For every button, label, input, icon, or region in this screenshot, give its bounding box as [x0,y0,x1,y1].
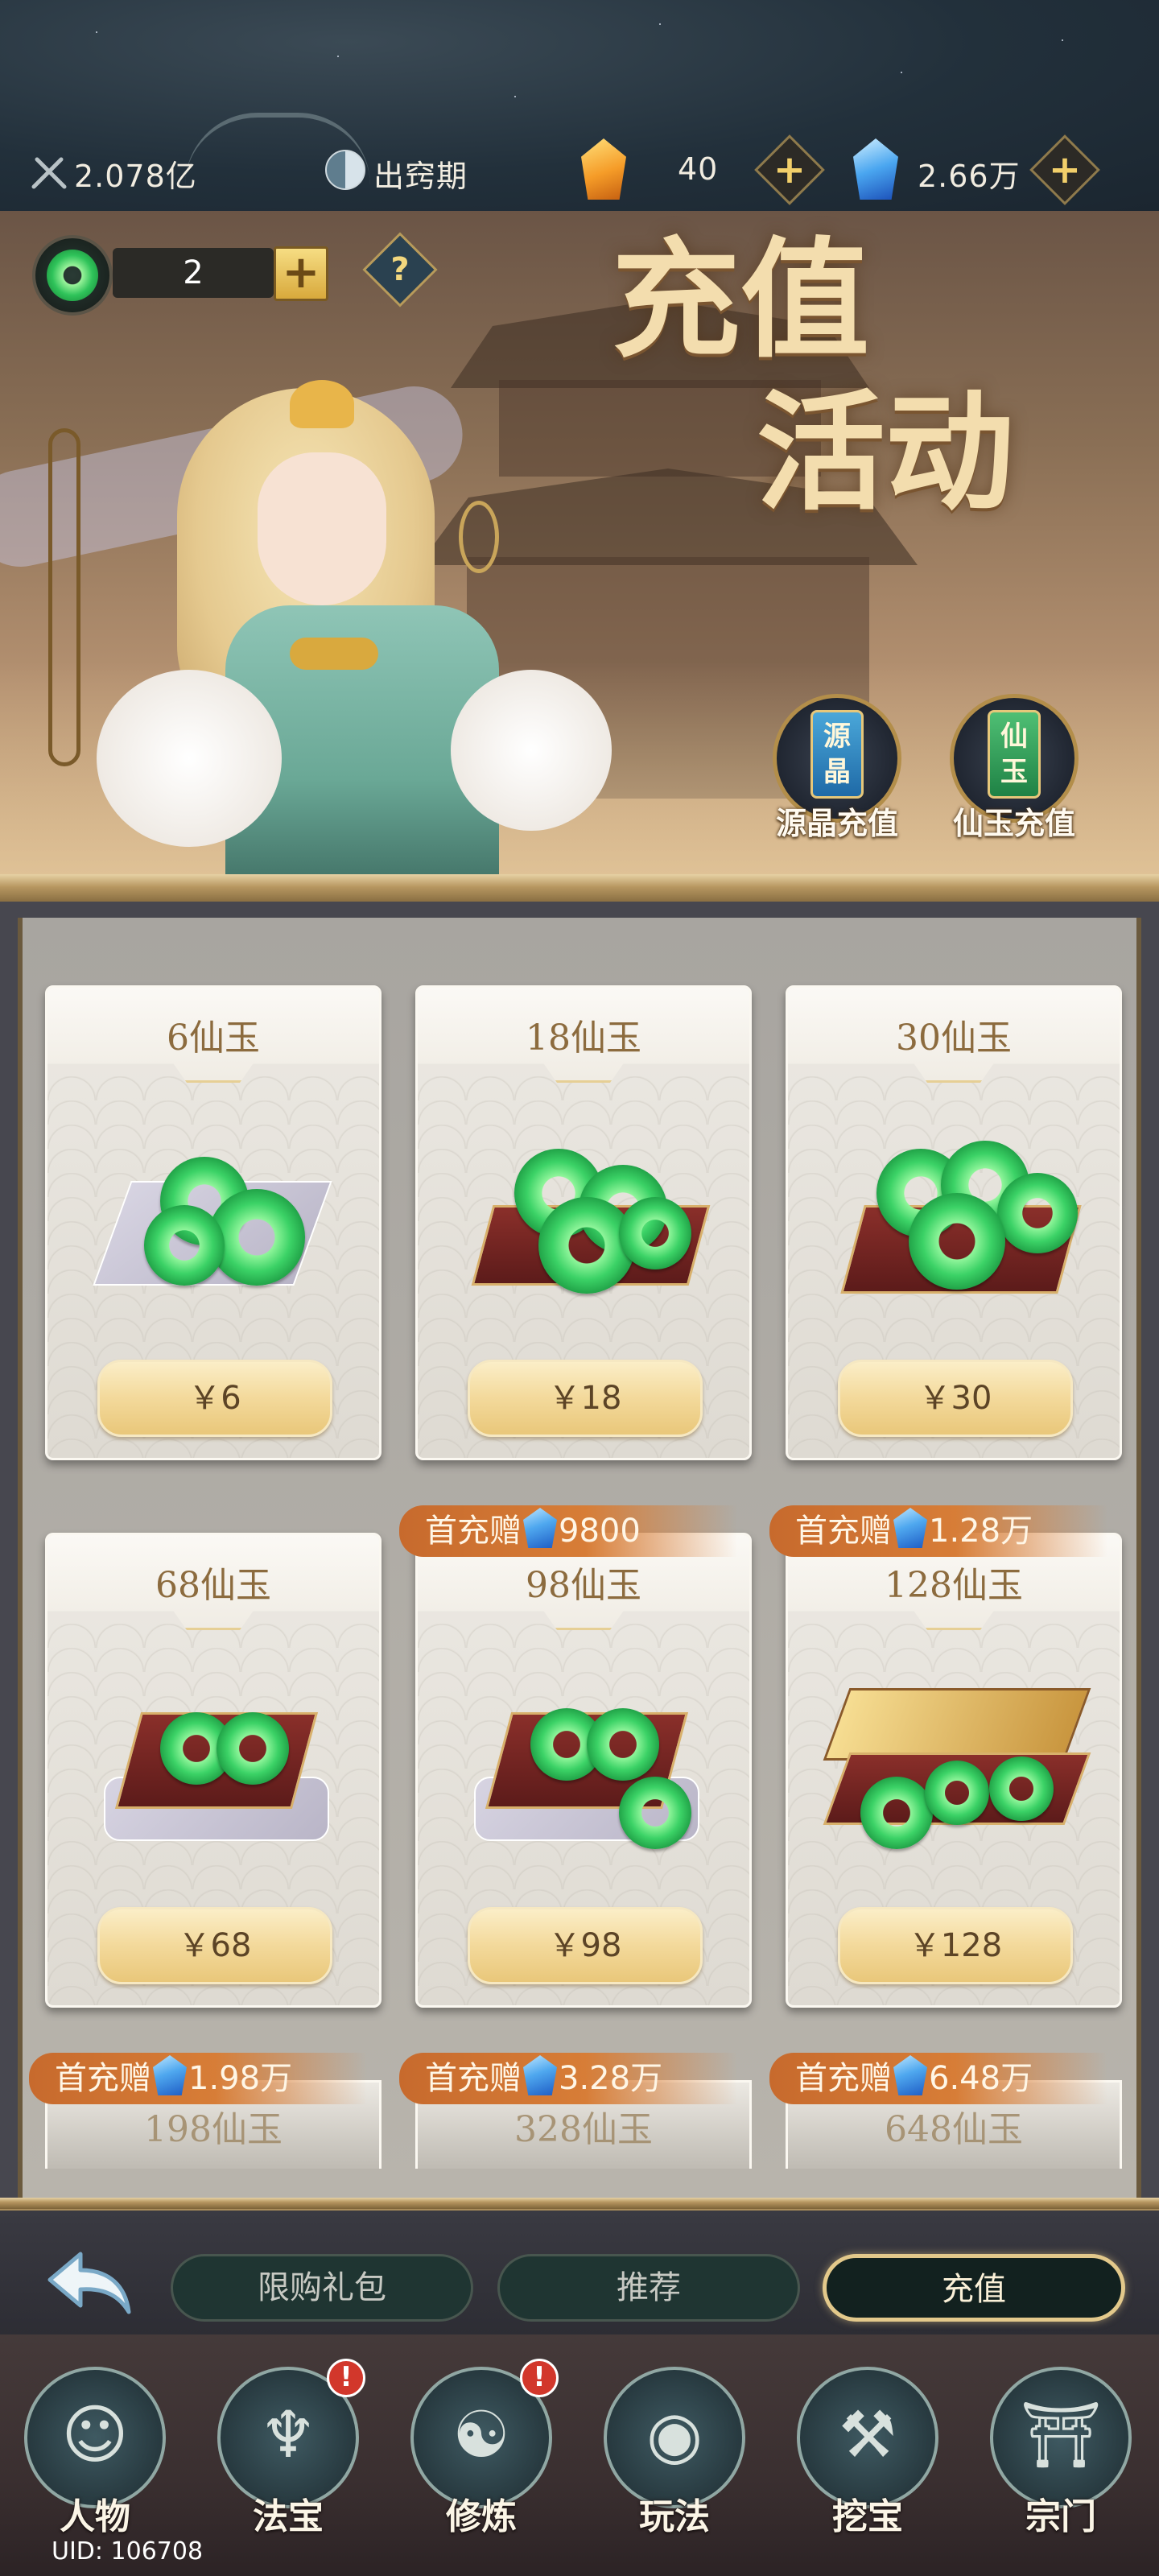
first-recharge-bonus-ribbon: 首充赠 9800 [399,1505,737,1557]
nav-character-label: 人物 [60,2496,130,2537]
product-card[interactable]: 98仙玉 ￥98 [415,1533,752,2008]
nav-dig-treasure-label: 挖宝 [832,2496,903,2537]
product-grid-panel[interactable]: 6仙玉 ￥6 18仙玉 ￥18 30仙玉 ￥30 68仙玉 ￥68 98仙玉 ￥… [18,918,1141,2206]
price-button[interactable]: ￥98 [468,1907,703,1984]
notification-badge: ! [327,2359,365,2397]
price-button[interactable]: ￥68 [97,1907,332,1984]
gameplay-icon: ◉ [646,2397,703,2472]
price-button[interactable]: ￥30 [838,1360,1073,1437]
sect-icon: ⛩ [1020,2397,1102,2472]
back-button[interactable] [40,2238,137,2326]
nav-treasure-label: 法宝 [253,2496,324,2537]
product-card[interactable]: 128仙玉 ￥128 [786,1533,1122,2008]
tab-recharge[interactable]: 充值 [823,2254,1125,2322]
product-title: 648仙玉 [885,2109,1023,2150]
blue-gem-icon [523,2055,557,2095]
first-recharge-bonus-ribbon: 首充赠 3.28万 [399,2053,737,2104]
recharge-event-banner: 2 + ? 充值 活动 源晶 源晶充值 仙玉 仙玉充值 [0,211,1159,876]
shovel-icon: ⚒ [839,2397,897,2472]
price-button[interactable]: ￥18 [468,1360,703,1437]
price-button[interactable]: ￥6 [97,1360,332,1437]
nav-cultivate-label: 修炼 [446,2496,517,2537]
gem-amount: 2.66万 [918,159,1021,194]
source-crystal-tag: 源晶 [810,710,864,799]
power-value: 2.078亿 [74,159,197,194]
first-recharge-bonus-ribbon: 首充赠 1.98万 [29,2053,367,2104]
product-card[interactable]: 68仙玉 ￥68 [45,1533,382,2008]
top-status-bar: 2.078亿 出窍期 40 + 2.66万 + [0,0,1159,211]
tab-recommend[interactable]: 推荐 [497,2254,800,2322]
help-button[interactable]: ? [362,232,438,308]
help-icon: ? [390,251,410,288]
first-recharge-bonus-ribbon: 首充赠 6.48万 [769,2053,1107,2104]
jade-ticket-icon [32,235,113,316]
ticket-count-box: 2 [113,248,274,298]
banner-title-line1: 充值 [612,224,870,375]
tab-limited-gift[interactable]: 限购礼包 [171,2254,473,2322]
crystal-amount: 40 [678,151,719,187]
first-recharge-bonus-ribbon: 首充赠 1.28万 [769,1505,1107,1557]
character-illustration [0,332,612,876]
add-ticket-button[interactable]: + [274,246,328,301]
uid-label: UID: 106708 [52,2537,204,2566]
jade-recharge-button[interactable]: 仙玉 仙玉充值 [934,694,1095,871]
product-title: 128仙玉 [885,1565,1023,1606]
product-card[interactable]: 6仙玉 ￥6 [45,985,382,1460]
cultivate-icon: ☯ [452,2397,510,2472]
product-title: 98仙玉 [526,1565,641,1606]
yin-yang-icon [325,150,365,190]
product-title: 18仙玉 [526,1018,641,1059]
jade-recharge-label: 仙玉充值 [952,806,1075,841]
product-card[interactable]: 30仙玉 ￥30 [786,985,1122,1460]
blue-gem-icon [893,1508,927,1548]
character-icon: ☺ [61,2397,129,2472]
jade-tag: 仙玉 [988,710,1041,799]
product-title: 30仙玉 [896,1018,1012,1059]
back-arrow-icon [47,2252,131,2314]
realm-label: 出窍期 [373,159,468,194]
blue-gem-icon [523,1508,557,1548]
sword-icon [29,151,69,192]
source-crystal-recharge-label: 源晶充值 [775,806,898,841]
nav-sect-label: 宗门 [1025,2496,1096,2537]
product-card[interactable]: 18仙玉 ￥18 [415,985,752,1460]
product-title: 6仙玉 [167,1018,260,1059]
blue-gem-icon [153,2055,187,2095]
source-crystal-recharge-button[interactable]: 源晶 源晶充值 [757,694,918,871]
product-title: 68仙玉 [155,1565,271,1606]
notification-badge: ! [520,2359,559,2397]
blue-gem-icon [893,2055,927,2095]
product-title: 328仙玉 [514,2109,653,2150]
price-button[interactable]: ￥128 [838,1907,1073,1984]
treasure-icon: ♆ [259,2397,317,2472]
banner-title-line2: 活动 [757,377,1015,528]
ticket-count: 2 [183,254,204,291]
product-title: 198仙玉 [144,2109,283,2150]
nav-gameplay-label: 玩法 [639,2496,710,2537]
